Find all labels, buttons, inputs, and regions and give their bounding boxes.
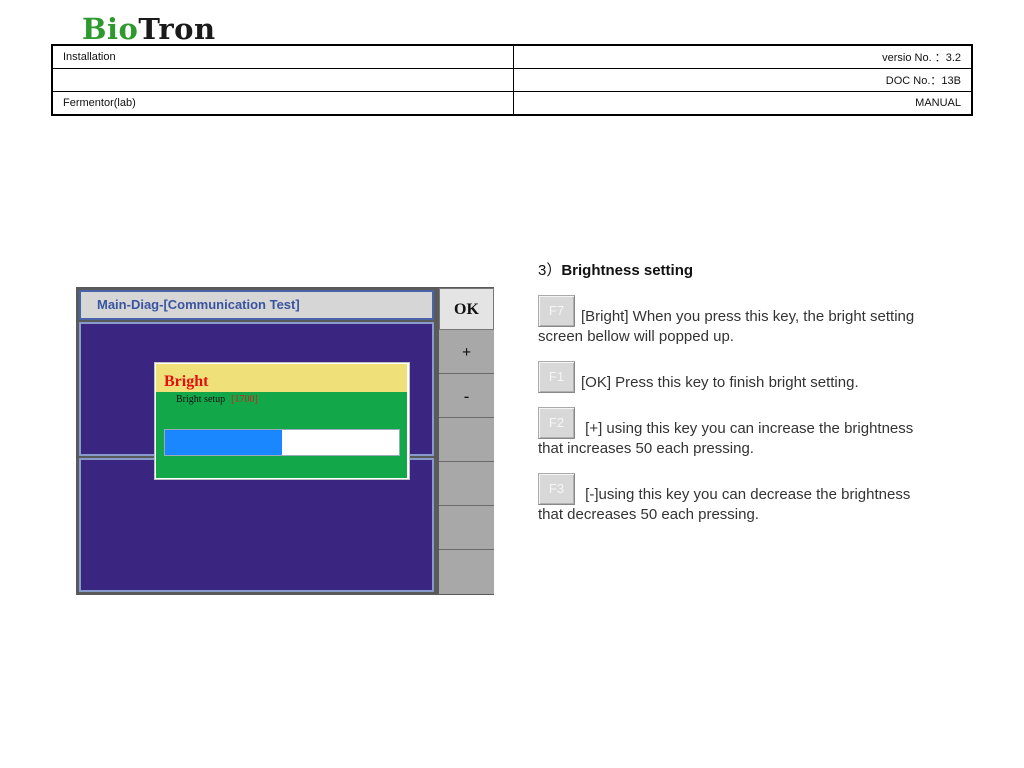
brightness-level-fill bbox=[165, 430, 282, 455]
biotron-logo: BioTron bbox=[82, 12, 216, 46]
instruction-text: [OK] Press this key to finish bright set… bbox=[581, 374, 859, 391]
header-cell-version: versio No. ：3.2 bbox=[513, 44, 973, 69]
blank-key-3[interactable] bbox=[439, 508, 494, 550]
header-cell-installation: Installation bbox=[51, 44, 514, 69]
blank-key-1[interactable] bbox=[439, 420, 494, 462]
instruction-item: F3 [-]using this key you can decrease th… bbox=[538, 473, 918, 525]
ok-key[interactable]: OK bbox=[439, 288, 494, 330]
minus-key[interactable]: - bbox=[439, 376, 494, 418]
bright-dialog-body: Bright setup [1700] bbox=[156, 392, 407, 478]
brightness-level-bar[interactable] bbox=[164, 429, 400, 456]
blank-key-4[interactable] bbox=[439, 552, 494, 594]
section-title: Brightness setting bbox=[561, 262, 694, 279]
instruction-item: F7 [Bright] When you press this key, the … bbox=[538, 295, 918, 347]
f1-key-icon: F1 bbox=[538, 361, 575, 393]
header-cell-manual: MANUAL bbox=[513, 91, 973, 116]
header-row: DOC No.：13B bbox=[51, 68, 973, 92]
header-row: Fermentor(lab) MANUAL bbox=[51, 91, 973, 116]
plus-key[interactable]: + bbox=[439, 332, 494, 374]
bright-dialog-title: Bright bbox=[156, 364, 407, 392]
bright-setup-value: [1700] bbox=[231, 394, 258, 405]
bright-dialog: Bright Bright setup [1700] bbox=[154, 362, 410, 480]
instruction-item: F2 [+] using this key you can increase t… bbox=[538, 407, 918, 459]
instruction-item: F1 [OK] Press this key to finish bright s… bbox=[538, 361, 918, 393]
instruction-text: [-]using this key you can decrease the b… bbox=[538, 486, 911, 523]
f7-key-icon: F7 bbox=[538, 295, 575, 327]
logo-bio: Bio bbox=[82, 12, 139, 46]
soft-key-column: OK + - bbox=[439, 288, 494, 594]
header-cell-doc-no: DOC No.：13B bbox=[513, 68, 973, 92]
bright-setup-label: Bright setup [1700] bbox=[176, 394, 258, 405]
header-row: Installation versio No. ：3.2 bbox=[51, 44, 973, 69]
section-number: 3） bbox=[538, 262, 562, 279]
blank-key-2[interactable] bbox=[439, 464, 494, 506]
device-screen: Main-Diag-[Communication Test] OK + - Br… bbox=[76, 287, 494, 595]
header-cell-product: Fermentor(lab) bbox=[51, 91, 514, 116]
screen-title-bar: Main-Diag-[Communication Test] bbox=[79, 290, 434, 320]
f2-key-icon: F2 bbox=[538, 407, 575, 439]
bright-setup-text: Bright setup bbox=[176, 394, 226, 405]
f3-key-icon: F3 bbox=[538, 473, 575, 505]
document-header-table: Installation versio No. ：3.2 DOC No.：13B… bbox=[51, 44, 973, 116]
header-cell-empty bbox=[51, 68, 514, 92]
instruction-text: [+] using this key you can increase the … bbox=[538, 420, 914, 457]
section-heading: 3）Brightness setting bbox=[538, 261, 918, 281]
brightness-instructions: 3）Brightness setting F7 [Bright] When you… bbox=[538, 261, 918, 525]
instruction-text: [Bright] When you press this key, the br… bbox=[538, 308, 915, 345]
logo-tron: Tron bbox=[138, 12, 216, 46]
